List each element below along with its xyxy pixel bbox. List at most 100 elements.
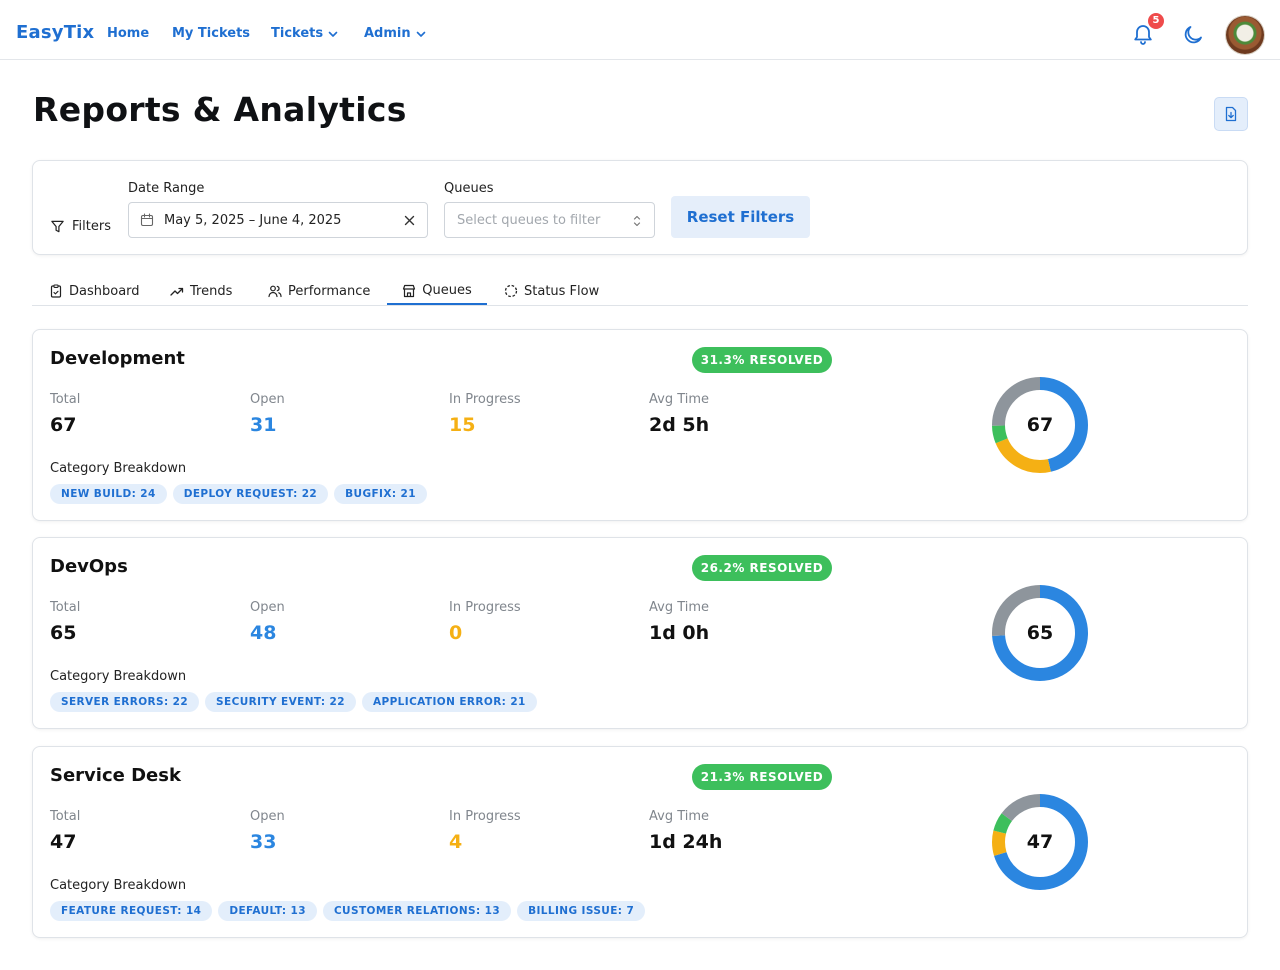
tab-dashboard-label: Dashboard bbox=[69, 283, 140, 299]
open-value: 48 bbox=[250, 622, 277, 644]
queues-select[interactable]: Select queues to filter bbox=[444, 202, 655, 238]
filters-panel: Filters Date Range May 5, 2025 – June 4,… bbox=[32, 160, 1248, 255]
donut-total: 67 bbox=[1026, 414, 1054, 436]
nav-tickets[interactable]: Tickets bbox=[271, 26, 339, 41]
chevron-down-icon bbox=[328, 31, 338, 37]
category-chip: NEW BUILD: 24 bbox=[50, 484, 167, 504]
queue-name: Service Desk bbox=[50, 765, 181, 786]
category-chip: DEFAULT: 13 bbox=[218, 901, 317, 921]
tab-queues[interactable]: Queues bbox=[387, 278, 487, 305]
total-value: 65 bbox=[50, 622, 77, 644]
tab-performance-label: Performance bbox=[288, 283, 371, 299]
date-range-input[interactable]: May 5, 2025 – June 4, 2025 bbox=[128, 202, 428, 238]
report-tabs: Dashboard Trends Performance Queues Stat… bbox=[32, 278, 1248, 306]
category-chip: BUGFIX: 21 bbox=[334, 484, 427, 504]
open-label: Open bbox=[250, 809, 285, 824]
in-progress-value: 15 bbox=[449, 414, 476, 436]
nav-my-tickets[interactable]: My Tickets bbox=[172, 26, 250, 41]
avatar[interactable] bbox=[1226, 16, 1264, 54]
resolved-badge: 21.3% RESOLVED bbox=[692, 764, 832, 790]
trending-up-icon bbox=[170, 287, 184, 296]
queue-card-service-desk: Service Desk 21.3% RESOLVED Total Open I… bbox=[32, 746, 1248, 938]
category-chip: SERVER ERRORS: 22 bbox=[50, 692, 200, 712]
category-breakdown-title: Category Breakdown bbox=[50, 669, 187, 684]
category-chip: SECURITY EVENT: 22 bbox=[205, 692, 356, 712]
category-chips: NEW BUILD: 24 DEPLOY REQUEST: 22 BUGFIX:… bbox=[50, 484, 427, 504]
in-progress-label: In Progress bbox=[449, 600, 521, 615]
nav-admin-label: Admin bbox=[364, 26, 411, 41]
donut-total: 65 bbox=[1026, 622, 1054, 644]
total-value: 47 bbox=[50, 831, 77, 853]
category-chip: FEATURE REQUEST: 14 bbox=[50, 901, 213, 921]
page-title: Reports & Analytics bbox=[33, 90, 407, 129]
filter-icon bbox=[51, 220, 64, 233]
avg-time-label: Avg Time bbox=[649, 809, 710, 824]
total-label: Total bbox=[50, 392, 81, 407]
queues-label: Queues bbox=[444, 181, 494, 196]
tab-status-flow-label: Status Flow bbox=[524, 283, 600, 299]
date-range-value: May 5, 2025 – June 4, 2025 bbox=[164, 212, 342, 228]
queue-name: DevOps bbox=[50, 556, 128, 577]
filters-heading: Filters bbox=[50, 219, 111, 234]
tab-trends[interactable]: Trends bbox=[170, 278, 232, 304]
category-chip: BILLING ISSUE: 7 bbox=[517, 901, 646, 921]
nav-admin[interactable]: Admin bbox=[364, 26, 427, 41]
resolved-badge: 31.3% RESOLVED bbox=[692, 347, 832, 373]
avg-time-label: Avg Time bbox=[649, 600, 710, 615]
open-value: 31 bbox=[250, 414, 277, 436]
category-chip: APPLICATION ERROR: 21 bbox=[361, 692, 537, 712]
nav-tickets-label: Tickets bbox=[271, 26, 324, 41]
reset-filters-button[interactable]: Reset Filters bbox=[671, 196, 810, 238]
clipboard-icon bbox=[50, 284, 62, 298]
queue-name: Development bbox=[50, 348, 185, 369]
open-label: Open bbox=[250, 600, 285, 615]
chevron-down-icon bbox=[416, 31, 425, 37]
dashed-circle-icon bbox=[504, 284, 518, 298]
calendar-icon bbox=[140, 213, 154, 227]
avg-time-label: Avg Time bbox=[649, 392, 710, 407]
tab-performance[interactable]: Performance bbox=[268, 278, 370, 304]
users-icon bbox=[268, 285, 282, 298]
avg-time-value: 1d 0h bbox=[649, 622, 710, 644]
moon-icon[interactable] bbox=[1181, 23, 1205, 47]
in-progress-value: 0 bbox=[449, 622, 463, 644]
tab-trends-label: Trends bbox=[190, 283, 233, 299]
nav-home[interactable]: Home bbox=[107, 26, 149, 41]
donut-total: 47 bbox=[1026, 831, 1054, 853]
top-navbar: EasyTix Home My Tickets Tickets Admin 5 bbox=[0, 0, 1280, 60]
tab-dashboard[interactable]: Dashboard bbox=[49, 278, 140, 304]
category-chip: DEPLOY REQUEST: 22 bbox=[172, 484, 329, 504]
total-value: 67 bbox=[50, 414, 77, 436]
close-icon[interactable] bbox=[403, 214, 416, 227]
notification-badge: 5 bbox=[1148, 13, 1164, 29]
queues-placeholder: Select queues to filter bbox=[457, 212, 601, 228]
category-chips: SERVER ERRORS: 22 SECURITY EVENT: 22 APP… bbox=[50, 692, 537, 712]
nav-home-label: Home bbox=[107, 26, 150, 41]
category-breakdown-title: Category Breakdown bbox=[50, 461, 187, 476]
queue-card-development: Development 31.3% RESOLVED Total Open In… bbox=[32, 329, 1248, 521]
tab-queues-label: Queues bbox=[422, 283, 472, 298]
category-chips: FEATURE REQUEST: 14 DEFAULT: 13 CUSTOMER… bbox=[50, 901, 646, 921]
category-breakdown-title: Category Breakdown bbox=[50, 878, 187, 893]
nav-my-tickets-label: My Tickets bbox=[172, 26, 251, 41]
category-chip: CUSTOMER RELATIONS: 13 bbox=[322, 901, 512, 921]
queue-card-devops: DevOps 26.2% RESOLVED Total Open In Prog… bbox=[32, 537, 1248, 729]
chevron-updown-icon bbox=[633, 215, 641, 227]
open-value: 33 bbox=[250, 831, 277, 853]
in-progress-label: In Progress bbox=[449, 809, 521, 824]
total-label: Total bbox=[50, 600, 81, 615]
store-icon bbox=[403, 284, 416, 297]
avg-time-value: 2d 5h bbox=[649, 414, 710, 436]
total-label: Total bbox=[50, 809, 81, 824]
file-download-icon bbox=[1225, 106, 1237, 122]
export-button[interactable] bbox=[1214, 97, 1248, 131]
resolved-badge: 26.2% RESOLVED bbox=[692, 555, 832, 581]
brand-logo[interactable]: EasyTix bbox=[16, 22, 94, 43]
filters-label: Filters bbox=[72, 219, 111, 234]
avg-time-value: 1d 24h bbox=[649, 831, 723, 853]
open-label: Open bbox=[250, 392, 285, 407]
in-progress-value: 4 bbox=[449, 831, 463, 853]
date-range-label: Date Range bbox=[128, 181, 205, 196]
in-progress-label: In Progress bbox=[449, 392, 521, 407]
tab-status-flow[interactable]: Status Flow bbox=[504, 278, 599, 304]
